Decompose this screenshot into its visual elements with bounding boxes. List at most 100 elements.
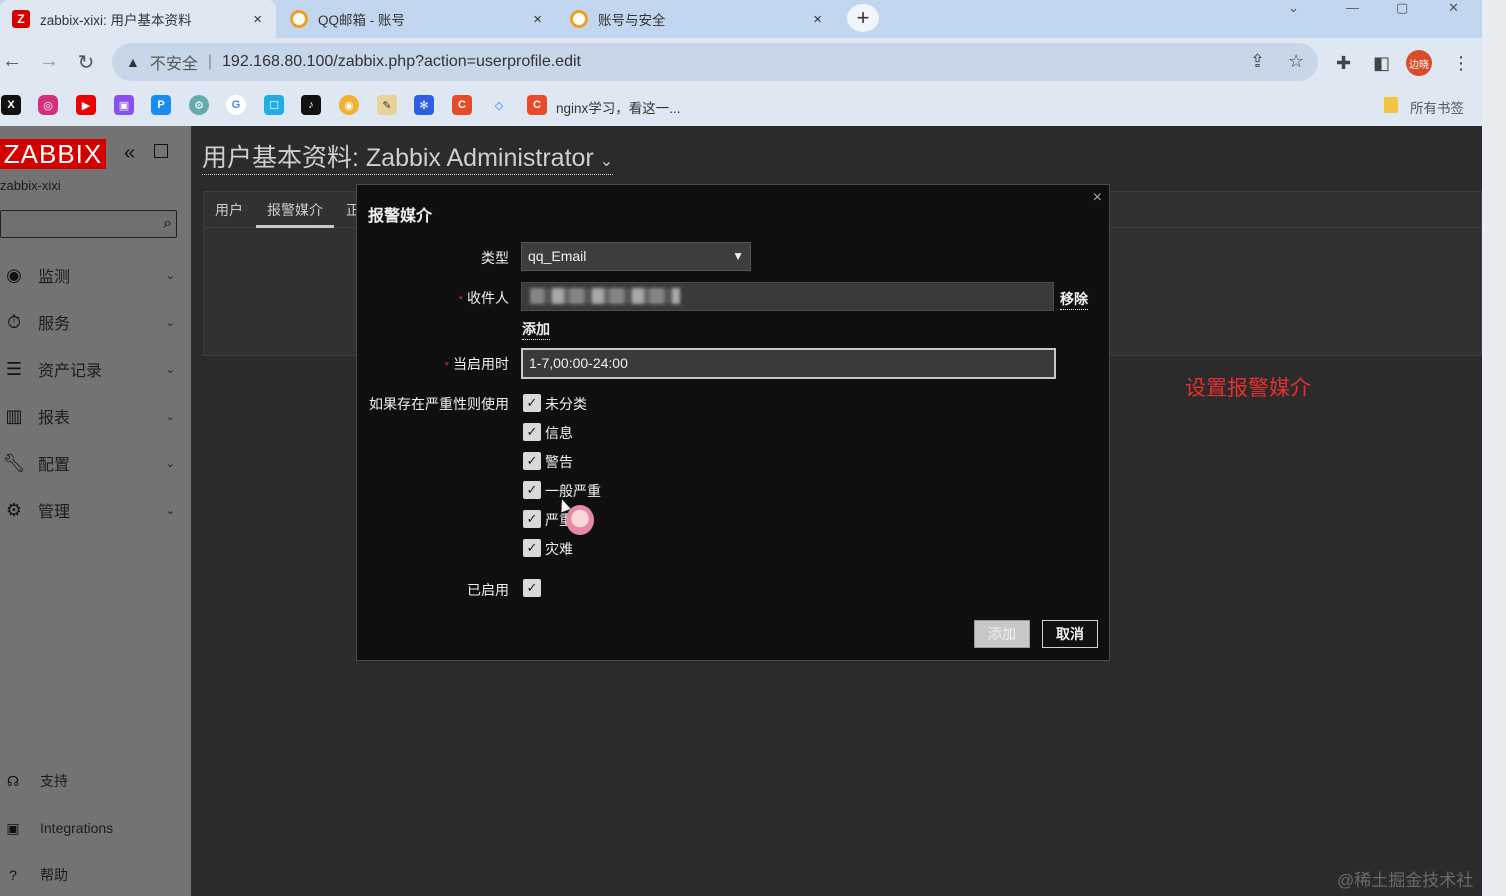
- close-icon[interactable]: ×: [1093, 189, 1102, 207]
- footer-label: 支持: [40, 773, 68, 789]
- severity-label-disaster: 灾难: [545, 541, 573, 557]
- x-bookmark-icon[interactable]: X: [1, 95, 21, 115]
- severity-checkbox-not-classified[interactable]: ✓: [523, 394, 541, 412]
- minimize-icon[interactable]: —: [1346, 0, 1359, 15]
- p-bookmark-icon[interactable]: P: [151, 95, 171, 115]
- twitch-bookmark-icon[interactable]: ▣: [114, 95, 134, 115]
- cancel-button[interactable]: 取消: [1042, 620, 1098, 648]
- url-text[interactable]: 192.168.80.100/zabbix.php?action=userpro…: [222, 53, 581, 71]
- menu-label: 服务: [38, 316, 71, 333]
- when-active-input[interactable]: 1-7,00:00-24:00: [521, 348, 1056, 379]
- tab-media[interactable]: 报警媒介: [256, 192, 334, 228]
- window-close-icon[interactable]: ✕: [1448, 0, 1459, 16]
- all-bookmarks[interactable]: 所有书签: [1410, 97, 1464, 117]
- chevron-down-icon: ⌄: [165, 504, 175, 517]
- juejin-bookmark-icon[interactable]: ◇: [489, 95, 509, 115]
- tab-search-icon[interactable]: ⌄: [1288, 0, 1299, 16]
- forward-icon[interactable]: →: [37, 50, 61, 73]
- when-active-label: * 当启用时: [444, 356, 509, 372]
- csdn-bookmark-icon[interactable]: C: [527, 95, 547, 115]
- when-active-value: 1-7,00:00-24:00: [529, 355, 628, 371]
- tab-title: QQ邮箱 - 账号: [318, 13, 405, 28]
- address-bar[interactable]: ▲ 不安全 | 192.168.80.100/zabbix.php?action…: [112, 43, 1318, 81]
- extensions-icon[interactable]: ✚: [1336, 53, 1351, 74]
- warning-icon: ▲: [126, 54, 140, 70]
- maximize-icon[interactable]: ▢: [1396, 0, 1408, 16]
- menu-item-services[interactable]: ⏱ 服务 ⌄: [0, 302, 191, 342]
- footer-item-integrations[interactable]: ▣ Integrations: [0, 813, 191, 843]
- type-label: 类型: [481, 250, 509, 266]
- share-icon[interactable]: ⇪: [1250, 51, 1265, 72]
- new-tab-button[interactable]: +: [847, 4, 879, 32]
- footer-item-support[interactable]: ☊ 支持: [0, 766, 191, 796]
- csdn-bookmark-icon[interactable]: C: [452, 95, 472, 115]
- add-recipient-button[interactable]: 添加: [522, 319, 550, 340]
- footer-item-help[interactable]: ? 帮助: [0, 860, 191, 890]
- tab-title: 账号与安全: [598, 13, 666, 28]
- menu-label: 管理: [38, 504, 71, 521]
- tab-user[interactable]: 用户: [215, 192, 243, 228]
- chevron-down-icon: ▼: [732, 249, 744, 263]
- menu-label: 报表: [38, 410, 71, 427]
- search-icon[interactable]: ⌕: [163, 215, 172, 233]
- more-menu-icon[interactable]: ⋮: [1452, 53, 1470, 74]
- qq-mail-favicon-icon: [290, 10, 308, 28]
- baidu-bookmark-icon[interactable]: ✻: [414, 95, 434, 115]
- close-tab-icon[interactable]: ×: [533, 11, 542, 28]
- instagram-bookmark-icon[interactable]: ◎: [38, 95, 58, 115]
- watermark: @稀土掘金技术社区: [1337, 871, 1474, 890]
- collapse-sidebar-icon[interactable]: «: [124, 142, 135, 165]
- folder-icon: [1384, 97, 1398, 113]
- recipient-label: * 收件人: [458, 290, 509, 306]
- menu-item-inventory[interactable]: ☰ 资产记录 ⌄: [0, 349, 191, 389]
- browser-tab-qqmail[interactable]: QQ邮箱 - 账号 ×: [278, 0, 556, 38]
- tiktok-bookmark-icon[interactable]: ♪: [301, 95, 321, 115]
- severity-checkbox-disaster[interactable]: ✓: [523, 539, 541, 557]
- help-icon: ?: [9, 867, 17, 883]
- enabled-label: 已启用: [467, 582, 509, 598]
- kiosk-mode-icon[interactable]: [154, 144, 168, 158]
- chevron-down-icon: ⌄: [165, 410, 175, 423]
- media-type-value: qq_Email: [528, 248, 587, 264]
- close-tab-icon[interactable]: ×: [813, 11, 822, 28]
- menu-item-configuration[interactable]: 🔧︎ 配置 ⌄: [0, 443, 191, 483]
- bilibili-bookmark-icon[interactable]: ☐: [264, 95, 284, 115]
- severity-checkbox-information[interactable]: ✓: [523, 423, 541, 441]
- app2-bookmark-icon[interactable]: ✎: [377, 95, 397, 115]
- severity-checkbox-warning[interactable]: ✓: [523, 452, 541, 470]
- menu-label: 监测: [38, 269, 71, 286]
- chatgpt-bookmark-icon[interactable]: ⚙: [189, 95, 209, 115]
- reload-icon[interactable]: ↻: [74, 50, 98, 75]
- security-label[interactable]: 不安全: [150, 50, 198, 74]
- back-icon[interactable]: ←: [0, 50, 24, 73]
- menu-item-monitoring[interactable]: ◉ 监测 ⌄: [0, 255, 191, 295]
- redacted-recipient: [530, 288, 680, 304]
- google-bookmark-icon[interactable]: G: [226, 95, 246, 115]
- zabbix-logo[interactable]: ZABBIX: [0, 139, 106, 169]
- media-type-select[interactable]: qq_Email ▼: [521, 242, 751, 271]
- browser-toolbar: ← → ↻ ▲ 不安全 | 192.168.80.100/zabbix.php?…: [0, 38, 1506, 86]
- enabled-checkbox[interactable]: ✓: [523, 579, 541, 597]
- chevron-down-icon: ⌄: [165, 269, 175, 282]
- page-title[interactable]: 用户基本资料: Zabbix Administrator ⌄: [202, 138, 614, 175]
- youtube-bookmark-icon[interactable]: ▶: [76, 95, 96, 115]
- profile-avatar[interactable]: 边晓: [1406, 50, 1432, 76]
- severity-checkbox-high[interactable]: ✓: [523, 510, 541, 528]
- app-bookmark-icon[interactable]: ◉: [339, 95, 359, 115]
- star-icon[interactable]: ☆: [1288, 51, 1304, 72]
- browser-tab-account-security[interactable]: 账号与安全 ×: [558, 0, 836, 38]
- sidebar-search-input[interactable]: ⌕: [0, 210, 177, 238]
- menu-item-administration[interactable]: ⚙ 管理 ⌄: [0, 490, 191, 530]
- add-button[interactable]: 添加: [974, 620, 1030, 648]
- browser-tab-zabbix[interactable]: Z zabbix-xixi: 用户基本资料 ×: [0, 0, 276, 38]
- sidepanel-icon[interactable]: ◧: [1373, 53, 1390, 74]
- divider: |: [207, 53, 213, 70]
- qq-mail-favicon-icon: [570, 10, 588, 28]
- severity-label-warning: 警告: [545, 454, 573, 470]
- recipient-input[interactable]: [521, 282, 1054, 311]
- bookmark-nginx[interactable]: nginx学习，看这一...: [556, 97, 681, 117]
- close-tab-icon[interactable]: ×: [253, 11, 262, 28]
- remove-recipient-button[interactable]: 移除: [1060, 289, 1088, 310]
- severity-checkbox-average[interactable]: ✓: [523, 481, 541, 499]
- menu-item-reports[interactable]: ▥ 报表 ⌄: [0, 396, 191, 436]
